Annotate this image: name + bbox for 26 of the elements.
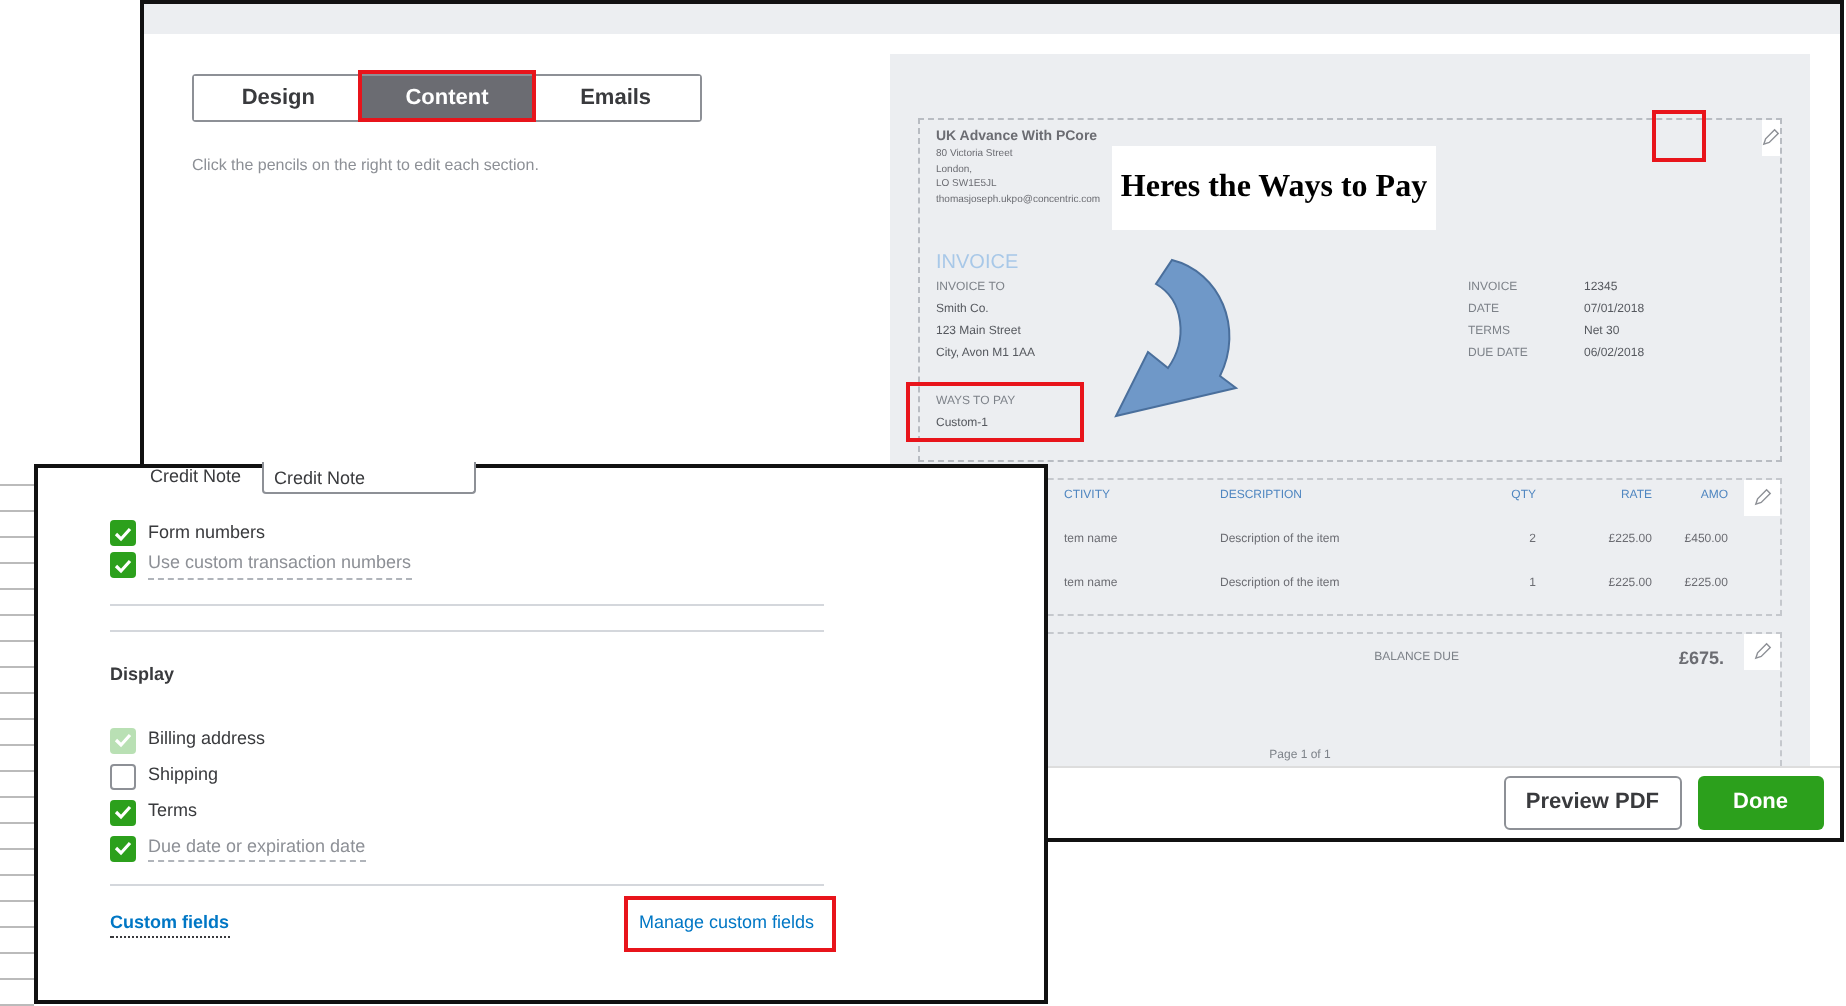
credit-note-field[interactable]: Credit Note bbox=[262, 462, 476, 494]
tooltip-label: Due date or expiration date bbox=[148, 833, 366, 863]
highlight-frame bbox=[1652, 110, 1706, 162]
checkbox[interactable] bbox=[110, 520, 136, 546]
preview-pdf-button[interactable]: Preview PDF bbox=[1503, 776, 1681, 830]
checkbox-label: Shipping bbox=[148, 762, 219, 789]
checkbox-label: Terms bbox=[148, 798, 197, 825]
checkbox-label: Billing address bbox=[148, 726, 266, 753]
callout-text: Heres the Ways to Pay bbox=[1112, 146, 1436, 230]
checkbox[interactable] bbox=[110, 799, 136, 825]
field-label: Credit Note bbox=[148, 464, 244, 491]
section-title: Display bbox=[110, 662, 177, 688]
balance-amount: £675. bbox=[1678, 645, 1724, 672]
invoice-title: INVOICE bbox=[936, 250, 1019, 279]
instruction-text: Click the pencils on the right to edit each section. bbox=[192, 154, 541, 179]
checkbox-label: Form numbers bbox=[148, 519, 266, 546]
pencil-icon[interactable] bbox=[1753, 488, 1771, 507]
manage-custom-fields-link[interactable]: Manage custom fields bbox=[638, 910, 814, 937]
checkbox[interactable] bbox=[110, 552, 136, 578]
checkbox[interactable] bbox=[110, 763, 136, 789]
tab[interactable]: Content bbox=[362, 75, 532, 121]
pencil-icon[interactable] bbox=[1762, 128, 1780, 147]
section-link[interactable]: Custom fields bbox=[110, 909, 230, 938]
checkbox[interactable] bbox=[110, 835, 136, 861]
tooltip-label: Use custom transaction numbers bbox=[148, 550, 412, 580]
pencil-icon[interactable] bbox=[1753, 642, 1771, 661]
